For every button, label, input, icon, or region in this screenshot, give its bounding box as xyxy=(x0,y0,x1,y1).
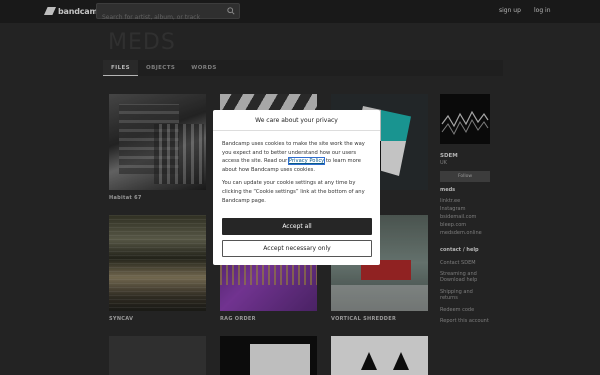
cookie-consent-dialog: We care about your privacy Bandcamp uses… xyxy=(213,110,380,265)
cookie-paragraph-2: You can update your cookie settings at a… xyxy=(222,180,365,204)
cookie-dialog-title: We care about your privacy xyxy=(213,110,380,131)
accept-all-button[interactable]: Accept all xyxy=(222,218,372,235)
cookie-dialog-body: Bandcamp uses cookies to make the site w… xyxy=(222,140,374,210)
cookie-paragraph-1: Bandcamp uses cookies to make the site w… xyxy=(222,140,374,174)
privacy-policy-link[interactable]: Privacy Policy xyxy=(287,157,326,166)
accept-necessary-button[interactable]: Accept necessary only xyxy=(222,240,372,257)
